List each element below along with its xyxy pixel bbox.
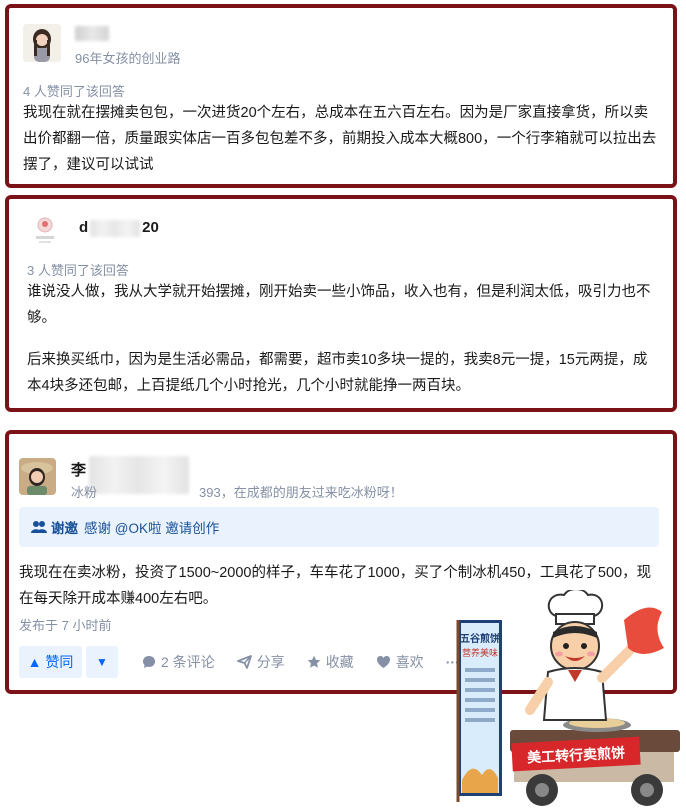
author-name-end: 20 <box>142 219 159 236</box>
favorite-button[interactable]: 收藏 <box>307 652 354 672</box>
author-name-start: d <box>79 219 89 236</box>
author-avatar[interactable] <box>19 458 56 495</box>
like-button[interactable]: 喜欢 <box>376 652 424 672</box>
author-bio: 96年女孩的创业路 <box>75 51 181 66</box>
answer-paragraph: 谁说没人做，我从大学就开始摆摊，刚开始卖一些小饰品，收入也有，但是利润太低，吸引… <box>27 284 651 326</box>
comment-icon <box>143 656 155 668</box>
chef <box>525 590 664 721</box>
author-bio: 冰粉 393，在成都的朋友过来吃冰粉呀！ <box>71 482 403 501</box>
author-bio-end: 393，在成都的朋友过来吃冰粉呀！ <box>199 485 403 500</box>
share-button[interactable]: 分享 <box>236 652 285 672</box>
upvote-button[interactable]: ▲ 赞同 <box>19 646 82 678</box>
vote-count[interactable]: 3 人赞同了该回答 <box>27 260 129 279</box>
action-bar: ▲ 赞同 ▼ 2 条评论 分享 收藏 喜欢 ··· <box>19 645 460 679</box>
sign-board: 五谷煎饼 营养美味 <box>456 620 502 802</box>
answer-card: d 20 3 人赞同了该回答 谁说没人做，我从大学就开始摆摊，刚开始卖一些小饰品，… <box>5 195 677 412</box>
comment-count: 2 条评论 <box>161 654 215 670</box>
vote-count[interactable]: 4 人赞同了该回答 <box>23 81 125 100</box>
author-avatar[interactable] <box>27 212 63 248</box>
author-name-start: 李 <box>71 462 87 479</box>
favorite-label: 收藏 <box>325 654 354 670</box>
sign-title: 五谷煎饼 <box>460 632 500 645</box>
share-label: 分享 <box>256 654 285 670</box>
author-name[interactable]: d 20 <box>79 219 159 237</box>
answer-paragraph: 后来换买纸巾，因为是生活必需品，都需要，超市卖10多块一提的，我卖8元一提，15… <box>27 352 648 394</box>
downvote-button[interactable]: ▼ <box>86 646 118 678</box>
answer-paragraph: 我现在就在摆摊卖包包，一次进货20个左右，总成本在五六百左右。因为是厂家直接拿货… <box>23 105 657 173</box>
pancake-vendor-illustration: 五谷煎饼 营养美味 美工转行卖煎饼 <box>456 590 680 806</box>
publish-time[interactable]: 发布于 7 小时前 <box>19 615 111 634</box>
invite-banner: 谢邀 感谢 @OK啦 邀请创作 <box>19 507 659 547</box>
sign-subtitle: 营养美味 <box>462 647 498 659</box>
answer-card: 96年女孩的创业路 4 人赞同了该回答 我现在就在摆摊卖包包，一次进货20个左右… <box>5 4 677 188</box>
author-name[interactable]: 李 <box>71 459 86 480</box>
invite-text[interactable]: 感谢 @OK啦 邀请创作 <box>84 517 219 537</box>
answer-body: 我现在就在摆摊卖包包，一次进货20个左右，总成本在五六百左右。因为是厂家直接拿货… <box>23 100 659 178</box>
comment-button[interactable]: 2 条评论 <box>142 652 215 672</box>
like-label: 喜欢 <box>395 654 424 670</box>
author-name[interactable] <box>75 24 109 41</box>
author-bio-start: 冰粉 <box>71 485 98 500</box>
answer-body: 谁说没人做，我从大学就开始摆摊，刚开始卖一些小饰品，收入也有，但是利润太低，吸引… <box>27 279 659 399</box>
share-icon <box>236 655 252 669</box>
heart-icon <box>376 656 390 668</box>
star-icon <box>307 655 320 668</box>
author-avatar[interactable] <box>23 24 61 62</box>
invite-users-icon <box>31 521 47 533</box>
invite-label: 谢邀 <box>51 521 78 536</box>
